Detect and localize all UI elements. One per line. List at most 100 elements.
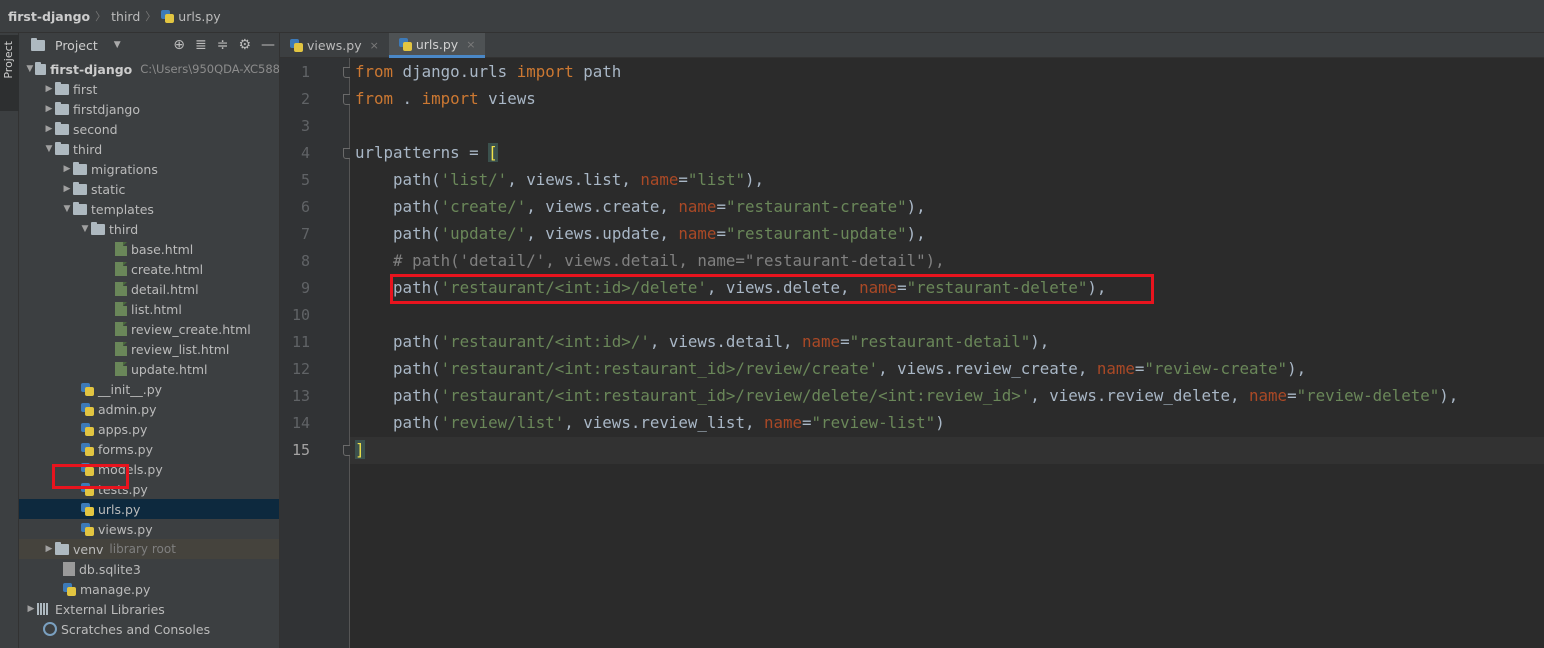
folder-icon: [55, 101, 69, 115]
tree-item-label: first: [73, 81, 98, 97]
html-file-icon: [115, 302, 127, 316]
line-number: 1: [300, 63, 310, 81]
tree-item-label: create.html: [131, 261, 204, 277]
collapse-all-icon[interactable]: ≑: [217, 37, 229, 53]
tree-item-label: venv: [73, 541, 104, 557]
line-number: 6: [300, 198, 310, 216]
tree-item-label: Scratches and Consoles: [61, 621, 211, 637]
chevron-right-icon[interactable]: ▶: [43, 124, 55, 134]
python-file-icon: [81, 502, 94, 516]
project-tool-tab[interactable]: Project: [0, 35, 19, 111]
tree-item-scratches[interactable]: Scratches and Consoles: [19, 619, 279, 639]
breadcrumb-folder[interactable]: third: [111, 9, 140, 24]
chevron-down-icon[interactable]: ▼: [114, 40, 121, 50]
tree-item-review-create-html[interactable]: review_create.html: [19, 319, 279, 339]
tree-item-first[interactable]: ▶ first: [19, 79, 279, 99]
chevron-right-icon[interactable]: ▶: [43, 544, 55, 554]
code-line-2: from . import views: [355, 89, 536, 108]
tree-item-label: apps.py: [98, 421, 148, 437]
tree-item-third[interactable]: ▼ third: [19, 139, 279, 159]
tab-urls-py[interactable]: urls.py ×: [388, 33, 486, 58]
tree-item-create-html[interactable]: create.html: [19, 259, 279, 279]
minimize-icon[interactable]: —: [261, 37, 275, 53]
line-number: 8: [300, 252, 310, 270]
tree-item-base-html[interactable]: base.html: [19, 239, 279, 259]
python-file-icon: [63, 582, 76, 596]
chevron-down-icon[interactable]: ▼: [79, 224, 91, 234]
breadcrumb-file[interactable]: urls.py: [161, 9, 221, 24]
tree-item-label: views.py: [98, 521, 153, 537]
chevron-right-icon[interactable]: ▶: [43, 104, 55, 114]
tree-item-external-libraries[interactable]: ▶ External Libraries: [19, 599, 279, 619]
tab-views-py[interactable]: views.py ×: [280, 33, 389, 58]
chevron-down-icon[interactable]: ▼: [43, 144, 55, 154]
python-file-icon: [81, 522, 94, 536]
expand-all-icon[interactable]: ≣: [195, 37, 207, 53]
highlight-box-tree: [52, 464, 129, 489]
chevron-right-icon[interactable]: ▶: [43, 84, 55, 94]
tree-item-update-html[interactable]: update.html: [19, 359, 279, 379]
tree-item-init-py[interactable]: __init__.py: [19, 379, 279, 399]
tree-item-admin-py[interactable]: admin.py: [19, 399, 279, 419]
folder-icon: [55, 541, 69, 555]
chevron-right-icon[interactable]: ▶: [25, 604, 37, 614]
tree-item-label: db.sqlite3: [79, 561, 141, 577]
editor-tabs: views.py × urls.py ×: [280, 33, 1544, 58]
tab-label: views.py: [307, 38, 362, 53]
python-file-icon: [81, 442, 94, 456]
tree-item-templates[interactable]: ▼ templates: [19, 199, 279, 219]
tree-item-label: third: [73, 141, 103, 157]
locate-icon[interactable]: ⊕: [173, 37, 185, 53]
tree-item-migrations[interactable]: ▶ migrations: [19, 159, 279, 179]
tree-item-label: manage.py: [80, 581, 151, 597]
project-view-selector[interactable]: Project: [55, 38, 98, 53]
tree-item-manage-py[interactable]: manage.py: [19, 579, 279, 599]
line-number: 3: [300, 117, 310, 135]
chevron-right-icon: 〉: [145, 10, 157, 23]
tree-item-db-sqlite3[interactable]: db.sqlite3: [19, 559, 279, 579]
database-file-icon: [63, 562, 75, 576]
line-number: 9: [300, 279, 310, 297]
html-file-icon: [115, 362, 127, 376]
tree-item-firstdjango[interactable]: ▶ firstdjango: [19, 99, 279, 119]
tree-item-urls-py[interactable]: urls.py: [19, 499, 279, 519]
folder-icon: [55, 141, 69, 155]
tree-item-first-django[interactable]: ▼ first-django C:\Users\950QDA-XC588: [19, 59, 279, 79]
python-file-icon: [81, 422, 94, 436]
tree-item-forms-py[interactable]: forms.py: [19, 439, 279, 459]
breadcrumb-project[interactable]: first-django: [8, 9, 90, 24]
folder-icon: [73, 181, 87, 195]
html-file-icon: [115, 242, 127, 256]
python-file-icon: [398, 37, 412, 51]
line-number: 10: [291, 306, 310, 324]
tree-item-label: __init__.py: [98, 381, 163, 397]
chevron-right-icon[interactable]: ▶: [61, 184, 73, 194]
tree-item-review-list-html[interactable]: review_list.html: [19, 339, 279, 359]
folder-icon: [55, 81, 69, 95]
tree-item-venv[interactable]: ▶ venv library root: [19, 539, 279, 559]
tree-item-templates-third[interactable]: ▼ third: [19, 219, 279, 239]
html-file-icon: [115, 342, 127, 356]
tree-item-second[interactable]: ▶ second: [19, 119, 279, 139]
tree-item-list-html[interactable]: list.html: [19, 299, 279, 319]
gear-icon[interactable]: ⚙: [238, 37, 251, 53]
chevron-down-icon[interactable]: ▼: [25, 64, 35, 74]
tree-item-label: update.html: [131, 361, 208, 377]
tree-item-static[interactable]: ▶ static: [19, 179, 279, 199]
close-icon[interactable]: ×: [466, 38, 475, 51]
project-panel: Project ▼ ⊕ ≣ ≑ ⚙ — ▼ first-django C:\Us…: [19, 33, 280, 648]
tree-item-apps-py[interactable]: apps.py: [19, 419, 279, 439]
html-file-icon: [115, 262, 127, 276]
line-number: 7: [300, 225, 310, 243]
chevron-down-icon[interactable]: ▼: [61, 204, 73, 214]
breadcrumb: first-django 〉 third 〉 urls.py: [0, 0, 1544, 33]
code-line-8: # path('detail/', views.detail, name="re…: [355, 251, 945, 270]
tree-item-label: third: [109, 221, 139, 237]
folder-icon: [91, 221, 105, 235]
code-editor[interactable]: from django.urls import path from . impo…: [350, 58, 1544, 648]
tree-item-detail-html[interactable]: detail.html: [19, 279, 279, 299]
tree-item-label: migrations: [91, 161, 158, 177]
close-icon[interactable]: ×: [370, 39, 379, 52]
tree-item-views-py[interactable]: views.py: [19, 519, 279, 539]
chevron-right-icon[interactable]: ▶: [61, 164, 73, 174]
